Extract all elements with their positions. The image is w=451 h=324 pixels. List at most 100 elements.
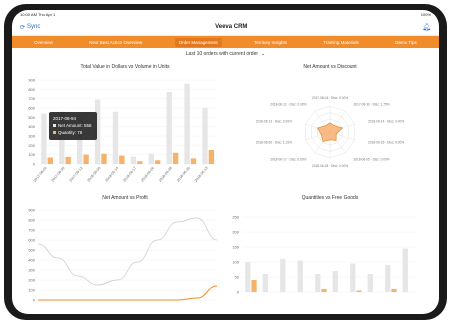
status-time: 10:00 AM Thu Apr 1: [20, 12, 56, 17]
bar: [391, 289, 397, 292]
x-tick-label: 2018-06-28: [158, 166, 173, 183]
y-tick-label: 100: [232, 260, 239, 265]
y-tick-label: 200: [28, 278, 35, 283]
x-tick-label: 2017-08-04: [33, 166, 48, 183]
x-tick-label: 2018-06-26: [140, 166, 155, 183]
tab-order-management[interactable]: Order Management: [174, 37, 222, 47]
radar-label: 2018-06-26 · Disc: 0.00%: [368, 141, 404, 145]
dashboard-charts: Total Value in Dollars vs Volume in Unit…: [28, 64, 417, 303]
bar: [137, 161, 143, 164]
bar: [332, 271, 338, 292]
y-tick-label: 800: [28, 87, 35, 92]
tooltip-quantity: Quantity: 76: [58, 130, 83, 135]
radar-label: 2018-06-17 · Disc: 0.00%: [270, 158, 306, 162]
profit-title: Net Amount vs Profit: [102, 195, 148, 201]
bar: [321, 289, 327, 292]
bar: [245, 262, 251, 292]
x-tick-label: 2018-06-13: [194, 166, 209, 183]
radar-label: 2018-06-05 · Disc: 0.00%: [354, 158, 390, 162]
dashboard-content: Total Value in Dollars vs Volume in Unit…: [12, 60, 439, 303]
tab-demo-tips[interactable]: Demo Tips: [391, 38, 421, 47]
discount-title: Net Amount vs Discount: [303, 64, 357, 70]
sync-label: Sync: [27, 24, 41, 30]
series-line: [38, 285, 218, 301]
bar: [367, 274, 373, 292]
x-tick-label: 2017-09-12: [69, 166, 84, 183]
bar: [402, 248, 408, 292]
y-tick-label: 600: [28, 238, 35, 243]
y-tick-label: 400: [28, 124, 35, 129]
y-tick-label: 600: [28, 106, 35, 111]
radar-area: [317, 122, 343, 142]
subheader-label: Last 10 orders with current order: [185, 51, 259, 57]
bar: [112, 111, 119, 164]
bar: [280, 259, 286, 292]
battery-indicator: 100%: [420, 12, 431, 17]
radar-label: 2018-06-14 · Disc: 0.00%: [368, 119, 404, 123]
bar: [83, 154, 89, 164]
y-tick-label: 900: [28, 208, 35, 213]
bar: [41, 113, 47, 164]
y-tick-label: 50: [235, 275, 240, 280]
y-tick-label: 200: [28, 143, 35, 148]
x-tick-label: 2018-06-17: [122, 166, 137, 183]
y-tick-label: 250: [232, 215, 239, 220]
bar: [184, 83, 190, 164]
tab-training-materials[interactable]: Training Materials: [319, 38, 363, 47]
bar: [172, 152, 179, 164]
bar: [65, 156, 71, 164]
tab-overview[interactable]: Overview: [30, 38, 57, 47]
tab-bar: Overview Next Best Action Overview Order…: [12, 36, 439, 48]
bar: [315, 274, 321, 292]
y-tick-label: 700: [28, 228, 35, 233]
order-filter-dropdown[interactable]: Last 10 orders with current order ⌄: [12, 48, 439, 60]
chart-tooltip: 2017-08-94 Net Amount: 556 Quantity: 76: [49, 112, 97, 140]
bar: [251, 280, 257, 292]
y-tick-label: 150: [232, 245, 239, 250]
app-title-bar: ⟳ Sync Veeva CRM 🔔︎: [12, 19, 439, 36]
radar-label: 2017-08-04 · Disc: 0.00%: [312, 96, 348, 100]
sync-icon: ⟳: [20, 24, 26, 31]
radar-label: 2017-08-30 · Disc: 1.75%: [354, 102, 390, 106]
tab-next-best-action[interactable]: Next Best Action Overview: [85, 38, 146, 47]
status-bar: 10:00 AM Thu Apr 1 100%: [12, 10, 439, 19]
app-title: Veeva CRM: [215, 24, 248, 30]
y-tick-label: 100: [28, 152, 35, 157]
radar-label: 2018-06-13 · Disc: 0.00%: [256, 119, 292, 123]
x-tick-label: 2017-08-30: [51, 166, 66, 183]
bar: [190, 158, 197, 164]
bar: [297, 260, 303, 292]
y-tick-label: 200: [232, 230, 239, 235]
y-tick-label: 0: [33, 298, 36, 303]
bar: [208, 150, 215, 164]
y-tick-label: 500: [28, 248, 35, 253]
screen: 10:00 AM Thu Apr 1 100% ⟳ Sync Veeva CRM…: [12, 10, 439, 314]
radar-label: 2018-06-30 · Disc: 1.15%: [256, 141, 292, 145]
bar: [385, 265, 391, 292]
series-line: [37, 217, 218, 286]
notification-bell-icon[interactable]: 🔔︎: [422, 23, 431, 31]
y-tick-label: 500: [28, 115, 35, 120]
tooltip-net-amount: Net Amount: 556: [58, 123, 92, 128]
radar-label: 2018-06-12 · Disc: 0.00%: [270, 102, 306, 106]
sync-button[interactable]: ⟳ Sync: [20, 24, 40, 31]
total-value-title: Total Value in Dollars vs Volume in Unit…: [80, 64, 170, 70]
tab-territory-insights[interactable]: Territory Insights: [250, 38, 291, 47]
bar: [130, 156, 137, 164]
y-tick-label: 900: [28, 78, 35, 83]
bar: [166, 92, 172, 164]
y-tick-label: 100: [28, 288, 35, 293]
y-tick-label: 800: [28, 218, 35, 223]
bar: [47, 157, 53, 164]
ipad-frame: 10:00 AM Thu Apr 1 100% ⟳ Sync Veeva CRM…: [4, 4, 447, 320]
x-tick-label: 2018-06-30: [176, 166, 191, 183]
bar: [356, 290, 362, 292]
y-tick-label: 400: [28, 258, 35, 263]
x-tick-label: 2018-06-05: [87, 166, 102, 183]
bar: [154, 160, 161, 164]
y-tick-label: 300: [28, 268, 35, 273]
bar: [101, 153, 107, 164]
tooltip-date: 2017-08-94: [53, 116, 77, 121]
bar: [202, 108, 208, 164]
bar: [262, 274, 268, 292]
